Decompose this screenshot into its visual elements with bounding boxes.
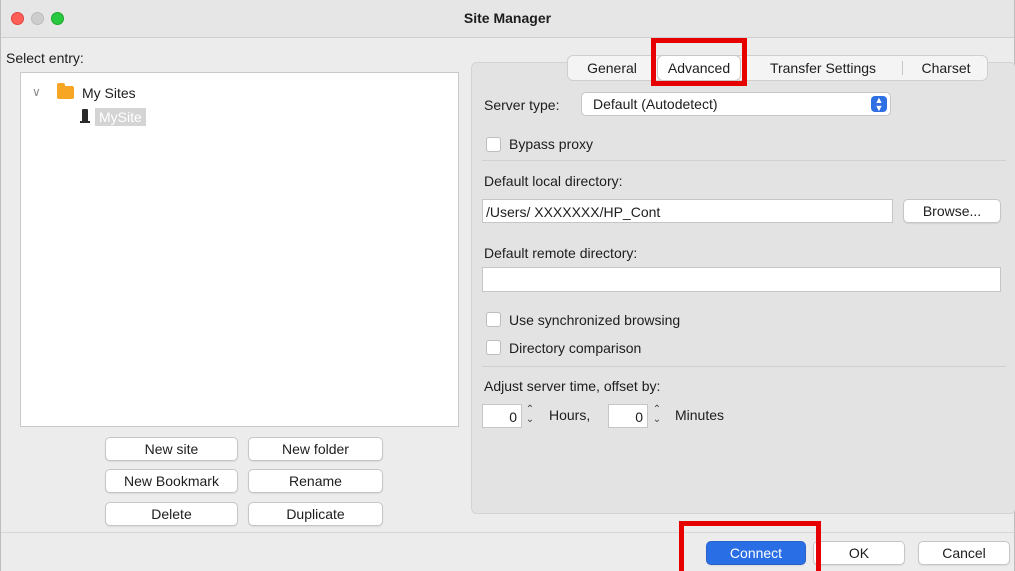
divider [482, 366, 1006, 367]
tab-charset[interactable]: Charset [904, 56, 988, 80]
local-directory-value: /Users/ XXXXXXX/HP_Cont [486, 204, 661, 220]
ok-button[interactable]: OK [813, 541, 905, 565]
sync-browsing-checkbox[interactable] [486, 312, 501, 327]
minutes-stepper[interactable]: ⌃ ⌄ [651, 405, 663, 427]
remote-directory-label: Default remote directory: [484, 245, 638, 261]
hours-stepper[interactable]: ⌃ ⌄ [524, 405, 536, 427]
divider [482, 160, 1006, 161]
duplicate-button[interactable]: Duplicate [248, 502, 383, 526]
remote-directory-field[interactable] [482, 267, 1001, 292]
site-manager-window: Site Manager Select entry: ∨ My Sites My… [0, 0, 1015, 571]
tab-separator [902, 61, 903, 75]
up-down-arrows-icon: ▲ ▼ [871, 96, 887, 113]
sync-browsing-label: Use synchronized browsing [509, 312, 681, 328]
hours-field[interactable]: 0 [482, 404, 522, 428]
tree-item-my-sites[interactable]: My Sites [82, 85, 136, 101]
bypass-proxy-checkbox[interactable] [486, 137, 501, 152]
server-type-select[interactable]: Default (Autodetect) ▲ ▼ [581, 92, 891, 116]
rename-button[interactable]: Rename [248, 469, 383, 493]
title-bar: Site Manager [1, 0, 1014, 38]
local-directory-label: Default local directory: [484, 173, 623, 189]
directory-comparison-checkbox[interactable] [486, 340, 501, 355]
tab-general[interactable]: General [568, 56, 656, 80]
folder-icon [57, 83, 74, 99]
tree-item-mysite[interactable]: MySite [95, 108, 146, 126]
minutes-field[interactable]: 0 [608, 404, 648, 428]
tab-transfer-settings[interactable]: Transfer Settings [748, 56, 898, 80]
minutes-value: 0 [635, 409, 643, 425]
new-folder-button[interactable]: New folder [248, 437, 383, 461]
chevron-down-icon[interactable]: ∨ [32, 85, 41, 99]
new-site-button[interactable]: New site [105, 437, 238, 461]
advanced-tab-highlight [651, 38, 747, 86]
window-title: Site Manager [463, 10, 552, 26]
browse-button[interactable]: Browse... [903, 199, 1001, 223]
local-directory-field[interactable]: /Users/ XXXXXXX/HP_Cont [482, 199, 893, 223]
server-type-label: Server type: [484, 97, 560, 113]
directory-comparison-label: Directory comparison [509, 340, 642, 356]
minutes-label: Minutes [675, 407, 725, 423]
new-bookmark-button[interactable]: New Bookmark [105, 469, 238, 493]
footer-divider [1, 532, 1014, 533]
select-entry-label: Select entry: [6, 50, 84, 66]
cancel-button[interactable]: Cancel [918, 541, 1010, 565]
site-tree[interactable]: ∨ My Sites MySite [20, 72, 459, 427]
connect-button-highlight [679, 521, 821, 571]
server-icon [80, 109, 90, 123]
bypass-proxy-label: Bypass proxy [509, 136, 594, 152]
hours-value: 0 [509, 409, 517, 425]
server-type-value: Default (Autodetect) [593, 96, 718, 112]
delete-button[interactable]: Delete [105, 502, 238, 526]
offset-label: Adjust server time, offset by: [484, 378, 661, 394]
hours-label: Hours, [549, 407, 591, 423]
settings-tabs: General Advanced Transfer Settings Chars… [567, 55, 988, 81]
